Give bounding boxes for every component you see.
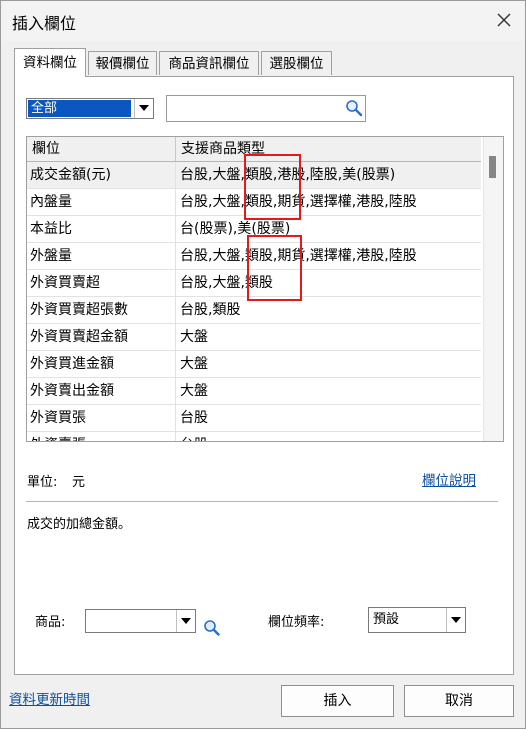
cell-types: 台股	[180, 410, 208, 426]
frequency-value: 預設	[373, 612, 400, 627]
tab-stock-selection-fields[interactable]: 選股欄位	[261, 51, 332, 75]
header-field[interactable]: 欄位	[27, 137, 176, 161]
field-description: 成交的加總金額。	[27, 517, 132, 532]
product-select[interactable]	[85, 609, 196, 633]
tab-data-fields[interactable]: 資料欄位	[14, 48, 86, 77]
field-grid: 欄位 支援商品類型 成交金額(元) 台股,大盤,類股,港股,陸股,美(股票) 內…	[26, 136, 504, 442]
cell-types: 台股,大盤,類股,港股,陸股,美(股票)	[180, 167, 396, 183]
field-help-link[interactable]: 欄位說明	[422, 469, 476, 489]
cell-field: 外資買賣超張數	[27, 297, 176, 323]
grid-scrollbar[interactable]	[483, 137, 503, 441]
frequency-label: 欄位頻率:	[268, 615, 325, 630]
divider	[26, 501, 498, 502]
cell-types: 台(股票),美(股票)	[180, 221, 291, 237]
tab-product-info-fields[interactable]: 商品資訊欄位	[159, 51, 259, 75]
unit-value: 元	[72, 475, 86, 490]
cell-field: 外資買進金額	[27, 351, 176, 377]
table-row[interactable]: 外資買賣超張數 台股,類股	[27, 297, 481, 324]
cancel-button[interactable]: 取消	[404, 685, 514, 717]
cell-field: 本益比	[27, 216, 176, 242]
header-supported-types[interactable]: 支援商品類型	[177, 137, 481, 161]
cell-field: 成交金額(元)	[27, 162, 176, 188]
dropdown-arrow-icon[interactable]	[176, 610, 195, 632]
product-label: 商品:	[35, 615, 66, 630]
unit-label: 單位:	[27, 475, 58, 490]
cell-types: 大盤	[180, 356, 208, 372]
tab-label: 商品資訊欄位	[168, 56, 250, 72]
cell-field: 外資買賣超金額	[27, 324, 176, 350]
tab-label: 選股欄位	[269, 56, 324, 72]
cell-field: 內盤量	[27, 189, 176, 215]
table-row[interactable]: 外資買張 台股	[27, 405, 481, 432]
cell-types: 台股,大盤,類股,期貨,選擇權,港股,陸股	[180, 194, 417, 210]
title-bar: 插入欄位	[1, 1, 525, 41]
table-row[interactable]: 外資賣出金額 大盤	[27, 378, 481, 405]
dropdown-arrow-icon[interactable]	[134, 99, 153, 118]
search-input[interactable]	[166, 95, 366, 122]
cell-types: 大盤	[180, 383, 208, 399]
insert-field-dialog: 插入欄位 資料欄位 報價欄位 商品資訊欄位 選股欄位 全部 欄位 支援商品類型	[0, 0, 526, 729]
tab-label: 報價欄位	[95, 56, 150, 72]
cell-types: 台股,大盤,類股,期貨,選擇權,港股,陸股	[180, 248, 417, 264]
search-icon[interactable]	[345, 99, 363, 121]
update-time-link[interactable]: 資料更新時間	[9, 688, 90, 708]
table-row[interactable]: 外資買賣超金額 大盤	[27, 324, 481, 351]
cell-field: 外資賣張	[27, 432, 176, 441]
cell-field: 外資買張	[27, 405, 176, 431]
frequency-select[interactable]: 預設	[368, 607, 466, 633]
cell-field: 外資買賣超	[27, 270, 176, 296]
cell-types: 大盤	[180, 329, 208, 345]
cell-types: 台股	[177, 432, 481, 441]
scrollbar-thumb[interactable]	[489, 156, 496, 178]
magnifier-icon[interactable]	[203, 619, 221, 641]
highlight-box	[247, 235, 302, 301]
cell-types: 台股,類股	[180, 302, 241, 318]
dialog-title: 插入欄位	[12, 14, 77, 33]
tab-label: 資料欄位	[23, 55, 77, 71]
close-icon[interactable]	[491, 7, 517, 33]
cell-types: 台股,大盤,類股	[180, 275, 273, 291]
highlight-box	[244, 154, 301, 220]
insert-button[interactable]: 插入	[281, 685, 394, 717]
dropdown-arrow-icon[interactable]	[446, 608, 465, 632]
table-row[interactable]: 外資賣張 台股	[27, 432, 481, 441]
tab-quote-fields[interactable]: 報價欄位	[88, 51, 157, 75]
category-select[interactable]: 全部	[26, 98, 154, 119]
category-selected-value: 全部	[28, 100, 131, 117]
table-row[interactable]: 外資買進金額 大盤	[27, 351, 481, 378]
cell-field: 外盤量	[27, 243, 176, 269]
cell-field: 外資賣出金額	[27, 378, 176, 404]
